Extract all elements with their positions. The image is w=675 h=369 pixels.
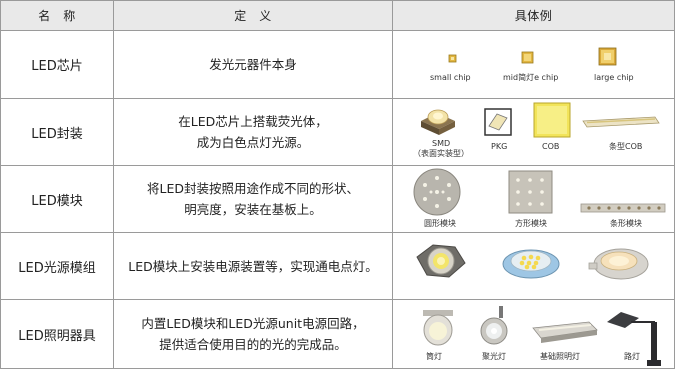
caption-base-light: 基础照明灯: [540, 352, 580, 361]
caption-round-module: 圆形模块: [424, 219, 456, 228]
definition-line: 成为白色点灯光源。: [196, 135, 310, 150]
row-definition-led-luminaire: 内置LED模块和LED光源unit电源回路， 提供适合使用目的的光的完成品。: [114, 300, 392, 368]
caption-strip-cob: 条型COB: [609, 142, 643, 151]
row-name-led-luminaire: LED照明器具: [18, 328, 96, 344]
header-definition: 定 义: [114, 1, 392, 30]
cob-package-image: [533, 102, 571, 138]
caption-smd: SMD: [432, 139, 451, 148]
caption-large-chip: large chip: [594, 73, 634, 82]
row-name-led-package: LED封装: [31, 126, 83, 142]
square-module-image: [508, 170, 553, 214]
caption-square-module: 方形模块: [515, 219, 547, 228]
strip-cob-image: [582, 116, 660, 128]
caption-smd-note: （表面实装型）: [413, 149, 469, 158]
header-example: 具体例: [393, 1, 674, 30]
caption-downlight: 筒灯: [426, 352, 442, 361]
definition-line: 内置LED模块和LED光源unit电源回路，: [141, 316, 365, 331]
row-name-led-module: LED模块: [31, 193, 83, 209]
base-light-image: [532, 321, 598, 343]
caption-cob: COB: [542, 142, 560, 151]
definition-line: 发光元器件本身: [209, 57, 297, 72]
row-definition-led-package: 在LED芯片上搭载荧光体， 成为白色点灯光源。: [114, 99, 392, 165]
spotlight-image: [480, 306, 508, 345]
large-chip-image: [598, 47, 617, 66]
caption-spotlight: 聚光灯: [482, 352, 506, 361]
row-name-led-light-source: LED光源模组: [18, 260, 96, 276]
definition-line: 明亮度，安装在基板上。: [184, 202, 322, 217]
header-name: 名 称: [1, 1, 113, 30]
caption-strip-module: 条形模块: [610, 219, 642, 228]
row-definition-led-chip: 发光元器件本身: [114, 31, 392, 98]
caption-small-chip: small chip: [430, 73, 471, 82]
definition-line: 在LED芯片上搭载荧光体，: [178, 114, 328, 129]
row-definition-led-light-source: LED模块上安装电源装置等，实现通电点灯。: [114, 233, 392, 299]
light-source-unit-1-image: [416, 244, 466, 278]
caption-pkg: PKG: [491, 142, 508, 151]
row-name-led-chip: LED芯片: [31, 59, 83, 74]
mid-chip-image: [521, 51, 534, 64]
light-source-unit-3-image: [588, 248, 649, 280]
chip-images: [448, 47, 617, 66]
caption-mid-chip: mid简灯e chip: [503, 73, 559, 82]
round-module-image: [413, 168, 461, 216]
pkg-package-image: [484, 108, 512, 136]
caption-street-light: 路灯: [624, 352, 640, 361]
led-definition-table: 名 称 定 义 具体例 LED芯片 发光元器件本身 small chip mid…: [0, 0, 675, 369]
definition-line: 将LED封装按照用途作成不同的形状、: [147, 181, 359, 196]
small-chip-image: [448, 54, 457, 63]
row-definition-led-module: 将LED封装按照用途作成不同的形状、 明亮度，安装在基板上。: [114, 166, 392, 232]
smd-package-image: [421, 109, 455, 135]
downlight-image: [423, 310, 453, 346]
definition-line: LED模块上安装电源装置等，实现通电点灯。: [128, 258, 378, 274]
light-source-images: [416, 244, 649, 280]
definition-line: 提供适合使用目的的光的完成品。: [159, 337, 347, 352]
strip-module-image: [580, 203, 666, 213]
light-source-unit-2-image: [502, 249, 560, 279]
